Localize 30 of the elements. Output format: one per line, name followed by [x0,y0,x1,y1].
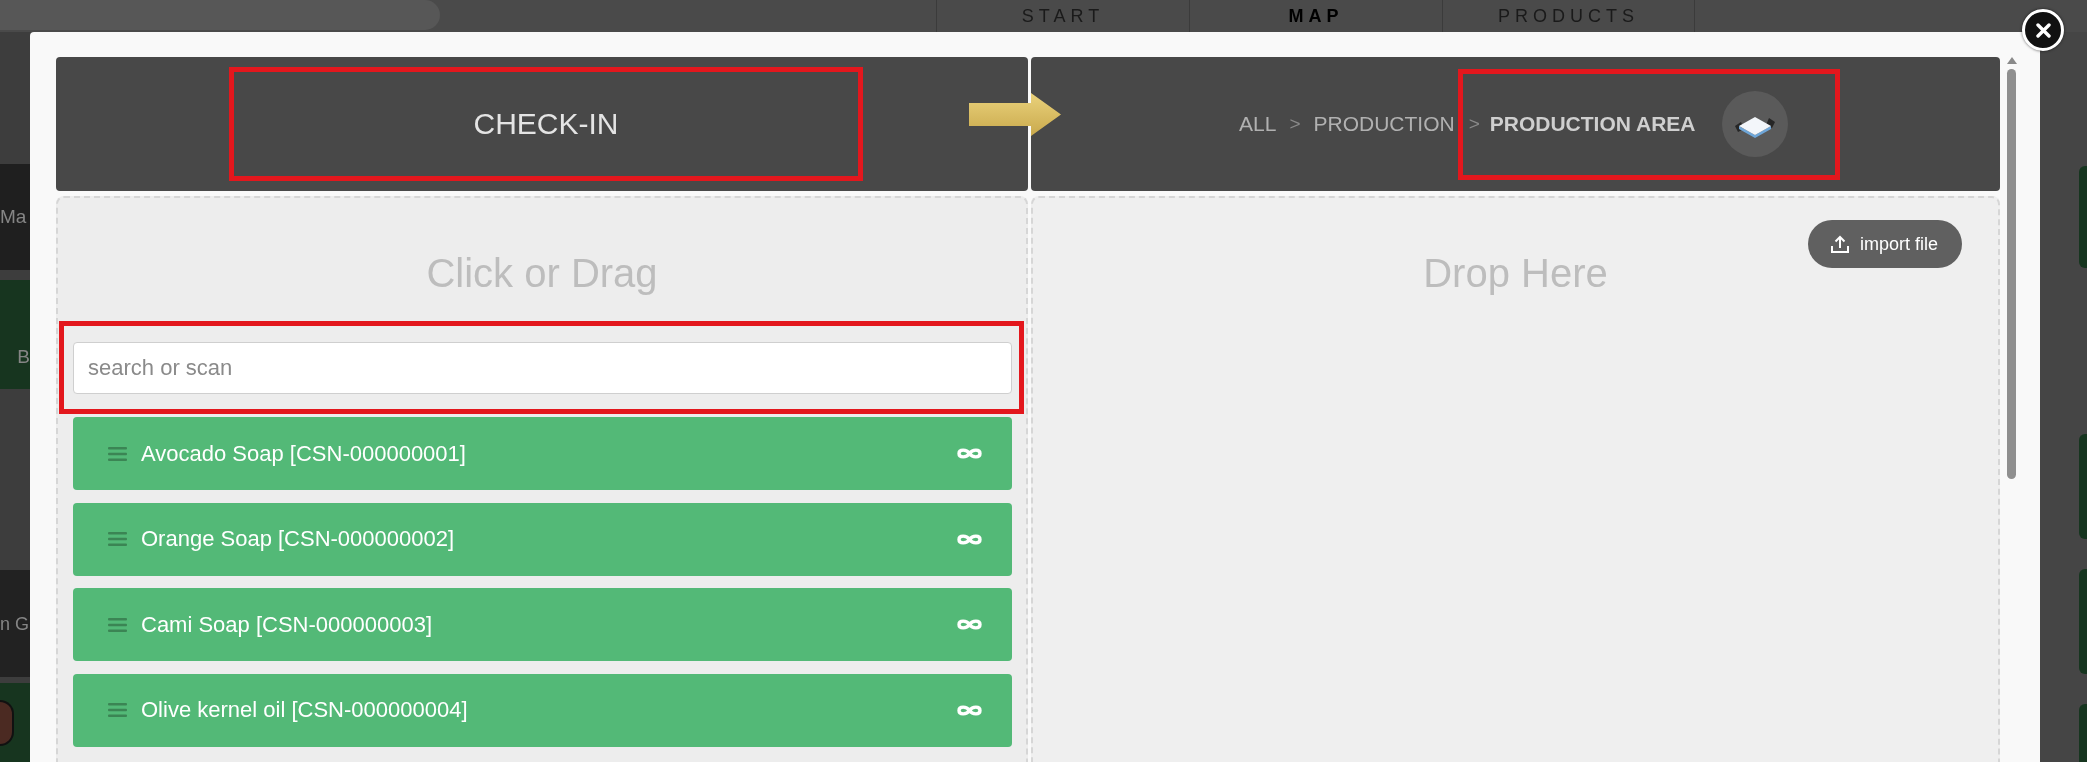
list-item[interactable]: Avocado Soap [CSN-000000001] [73,417,1012,490]
scroll-up-icon[interactable] [2007,57,2017,64]
search-field[interactable]: search or scan [73,342,1012,394]
breadcrumb-link[interactable]: PRODUCTION [1313,112,1455,136]
list-item[interactable]: Orange Soap [CSN-000000002] [73,502,1012,576]
drag-handle-icon[interactable] [108,703,127,717]
infinity-icon [957,703,982,717]
card-text: B [17,346,30,368]
list-card [2079,704,2087,762]
infinity-icon [957,618,982,631]
infinity-icon [957,447,982,460]
drag-handle-icon[interactable] [108,446,127,461]
breadcrumb-separator: > [1468,113,1480,135]
list-item[interactable]: Cami Soap [CSN-000000003] [73,588,1012,661]
breadcrumb-current: PRODUCTION AREA [1489,112,1696,136]
tile-icon [1721,91,1788,157]
drag-handle-icon[interactable] [108,617,127,632]
drag-handle-icon[interactable] [108,532,127,546]
list-item[interactable]: Olive kernel oil [CSN-000000004] [73,673,1012,747]
panel-title: CHECK-IN [473,107,619,141]
close-icon [2035,22,2051,38]
card-text: Ma [0,206,27,228]
breadcrumb-separator: > [1289,113,1301,135]
card-text: n G [0,612,29,635]
scrollbar-thumb[interactable] [2007,69,2016,479]
arrow-right-icon [969,93,1061,136]
import-button[interactable]: import file [1807,220,1962,268]
infinity-icon [957,532,982,546]
upload-icon [1829,234,1850,254]
breadcrumb-link[interactable]: ALL [1239,112,1277,136]
